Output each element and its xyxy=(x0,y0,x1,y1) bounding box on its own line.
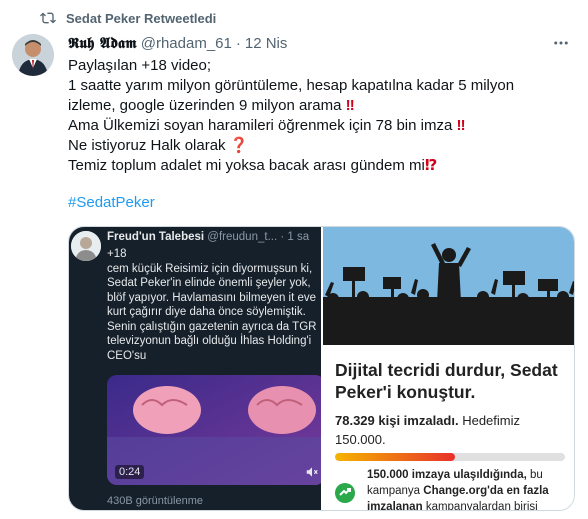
petition-signatures: 78.329 kişi imzaladı. Hedefimiz 150.000. xyxy=(335,413,520,447)
hashtag-link[interactable]: #SedatPeker xyxy=(68,194,155,211)
embedded-author: Freud'un Talebesi xyxy=(107,231,205,243)
tweet-time[interactable]: 12 Nis xyxy=(245,35,288,52)
retweet-icon xyxy=(40,12,56,24)
embedded-header: Freud'un Talebesi @freudun_t... · 1 sa xyxy=(107,231,309,243)
embedded-time: 1 sa xyxy=(287,231,310,243)
tweet-line: Temiz toplum adalet mi yoksa bacak arası… xyxy=(68,157,438,174)
embedded-avatar xyxy=(71,231,101,261)
retweet-indicator[interactable]: Sedat Peker Retweetledi xyxy=(40,10,216,26)
tweet-line: Ne istiyoruz Halk olarak ❓ xyxy=(68,137,249,154)
signature-progress-bar xyxy=(335,453,565,461)
avatar[interactable] xyxy=(12,34,54,76)
more-options-icon[interactable] xyxy=(550,32,572,54)
petition-image[interactable]: Dijital tecridi durdur, Sedat Peker'i ko… xyxy=(321,227,574,510)
progress-fill xyxy=(335,453,455,461)
tweet-header: 𝕽𝖚𝖍 𝕬𝖉𝖆𝖒 @rhadam_61 · 12 Nis xyxy=(68,34,568,52)
embedded-tweet-image[interactable]: Freud'un Talebesi @freudun_t... · 1 sa +… xyxy=(69,227,321,510)
mute-icon[interactable] xyxy=(305,465,319,479)
header-separator: · xyxy=(235,34,241,52)
tweet-text: Paylaşılan +18 video; 1 saatte yarım mil… xyxy=(68,56,568,176)
trending-check-icon xyxy=(335,483,355,503)
tweet-line: 1 saatte yarım milyon görüntüleme, hesap… xyxy=(68,77,515,94)
author-name[interactable]: 𝕽𝖚𝖍 𝕬𝖉𝖆𝖒 xyxy=(68,34,137,52)
retweet-label: Sedat Peker Retweetledi xyxy=(66,10,217,26)
question-mark-icon: ❓ xyxy=(229,137,249,154)
view-count: 430B görüntülenme xyxy=(107,495,204,507)
double-exclamation-icon: ‼ xyxy=(345,97,355,114)
exclamation-question-icon: ⁉ xyxy=(424,157,438,174)
petition-title: Dijital tecridi durdur, Sedat Peker'i ko… xyxy=(335,360,558,402)
crowd-illustration xyxy=(323,227,574,345)
media-grid: Freud'un Talebesi @freudun_t... · 1 sa +… xyxy=(68,226,575,511)
tweet-line: izleme, google üzerinden 9 milyon arama … xyxy=(68,97,355,114)
video-duration: 0:24 xyxy=(115,465,145,479)
embedded-handle: @freudun_t... xyxy=(207,231,278,243)
double-exclamation-icon: ‼ xyxy=(456,117,466,134)
embedded-separator: · xyxy=(280,231,285,243)
author-handle[interactable]: @rhadam_61 xyxy=(141,35,232,52)
embedded-text: +18 cem küçük Reisimiz için diyormuşsun … xyxy=(107,248,317,362)
tweet-line: Ama Ülkemizi soyan haramileri öğrenmek i… xyxy=(68,117,466,134)
tweet-line: Paylaşılan +18 video; xyxy=(68,57,212,74)
petition-goal-text: 150.000 imzaya ulaşıldığında, bu kampany… xyxy=(367,469,549,510)
embedded-video[interactable]: 0:24 xyxy=(107,375,321,485)
